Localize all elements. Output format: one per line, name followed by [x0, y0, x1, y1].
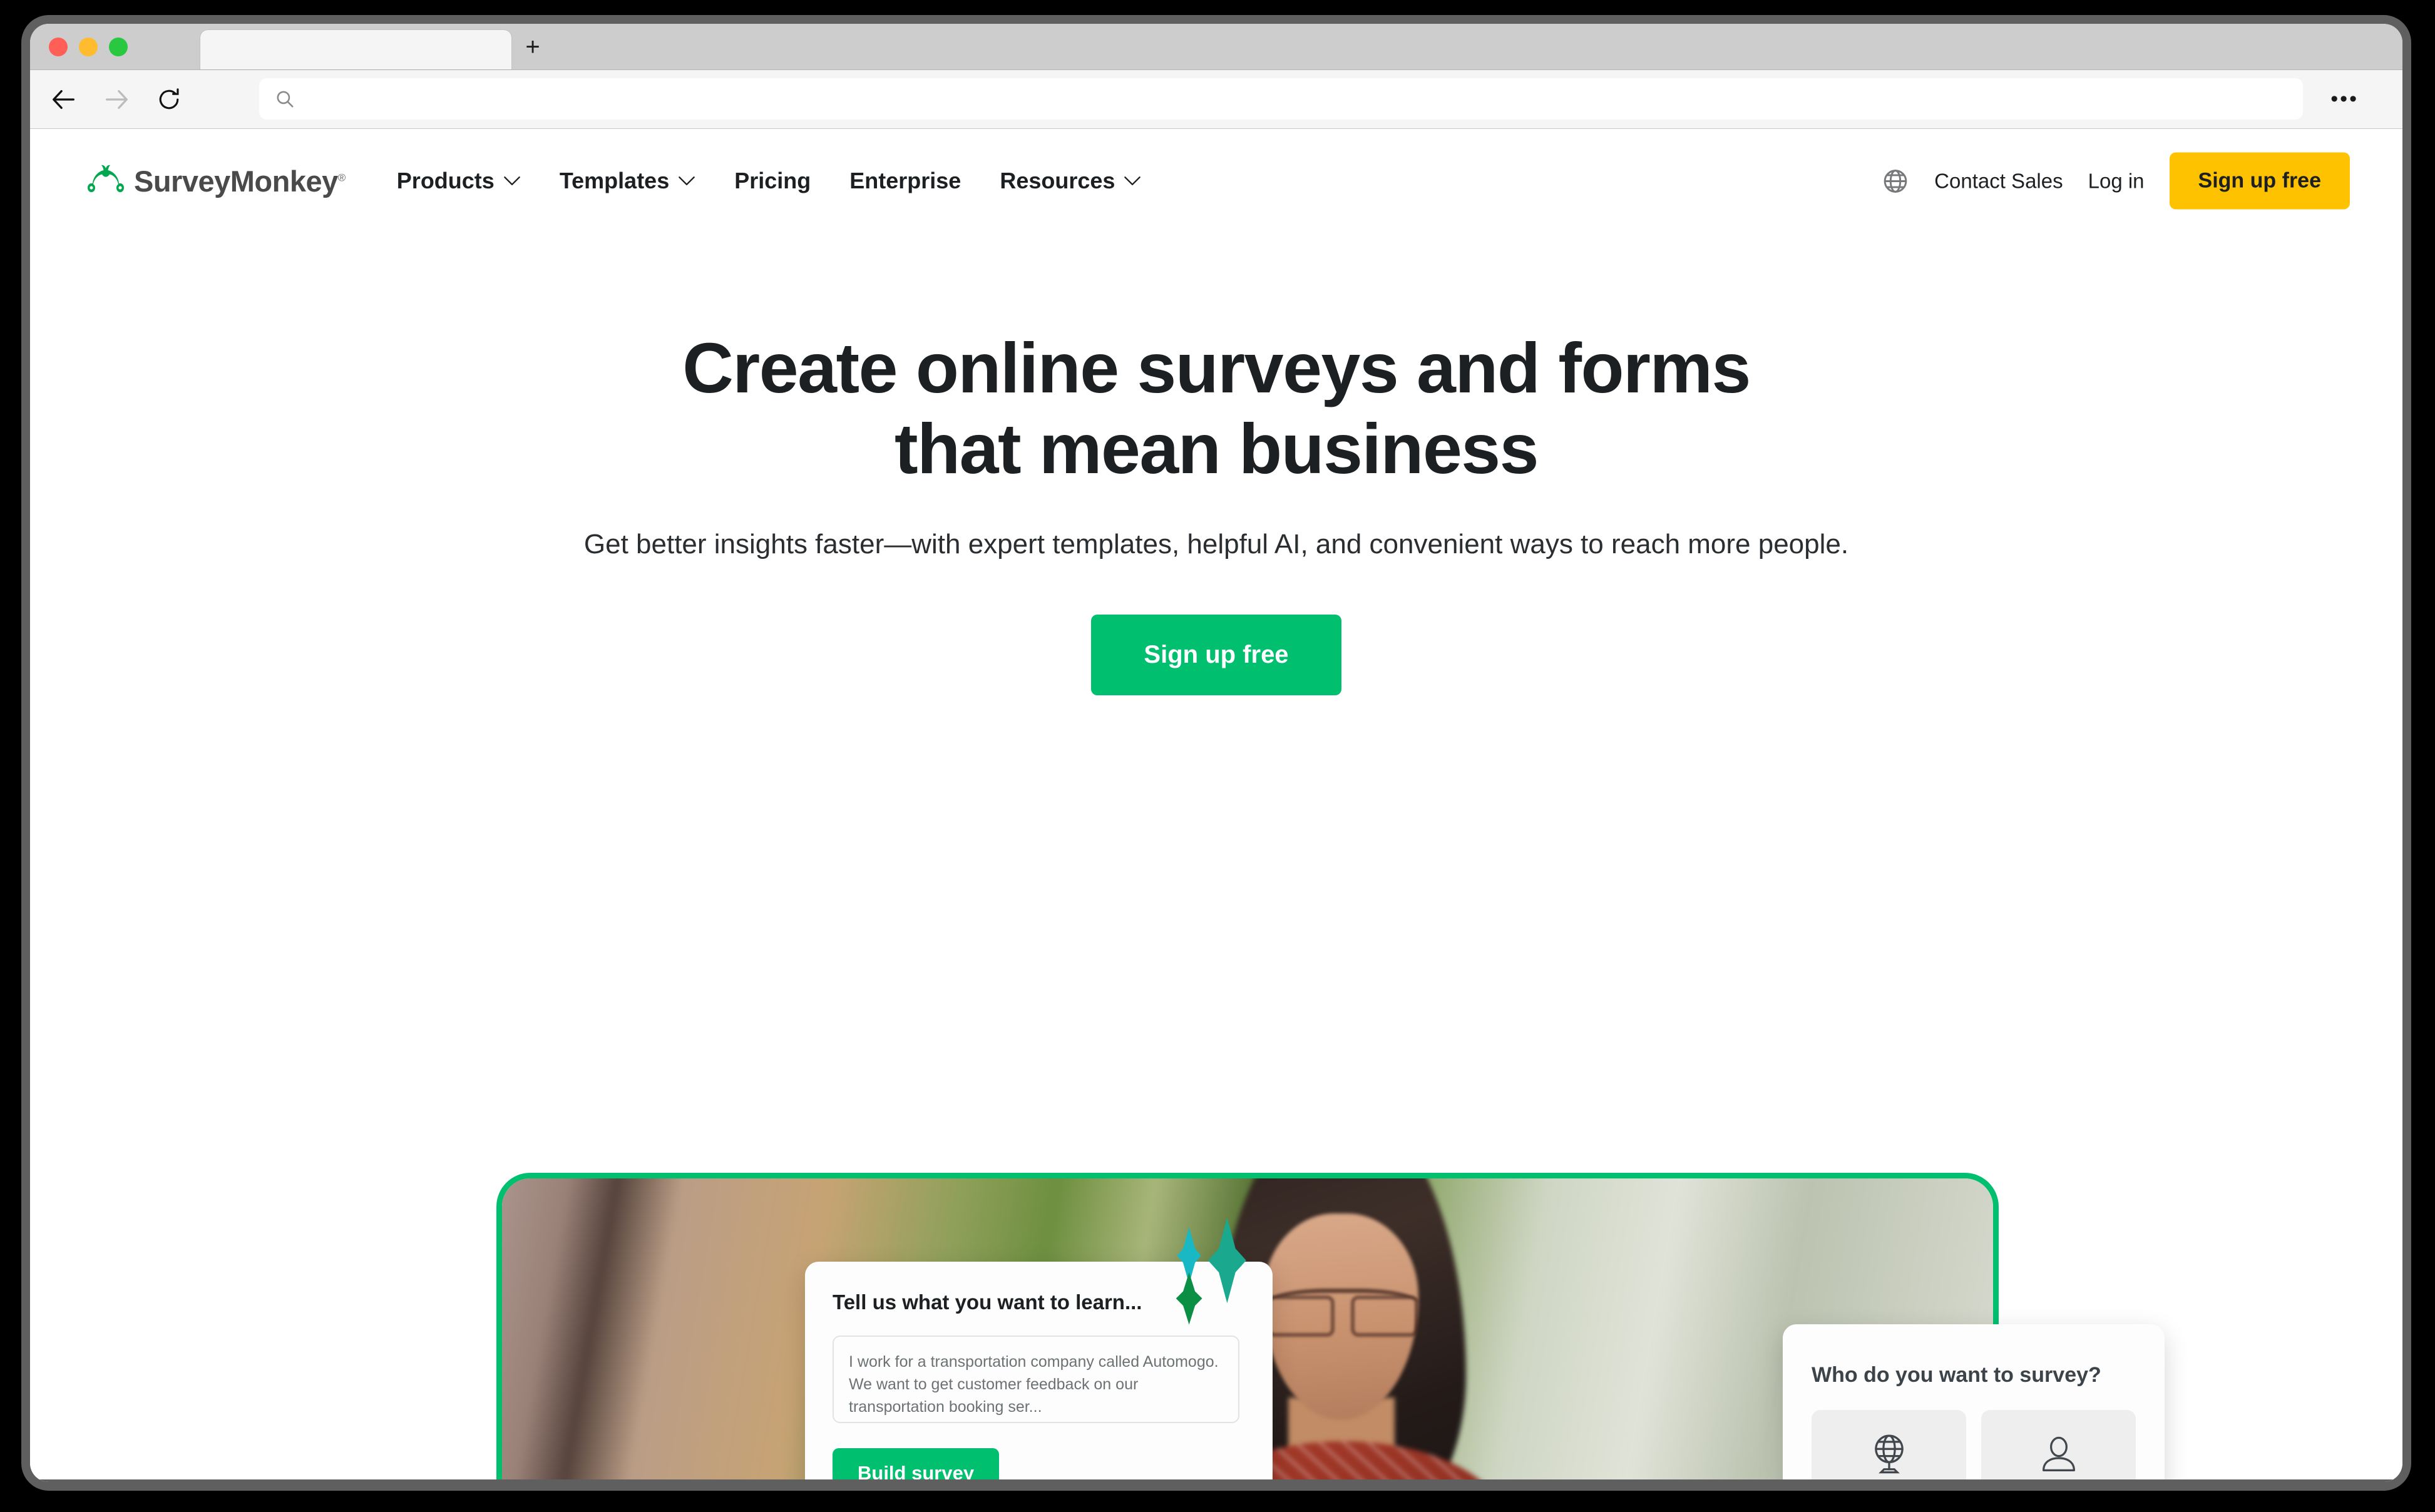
signup-free-hero-button[interactable]: Sign up free [1091, 614, 1341, 695]
browser-tab-strip: + [30, 24, 2402, 70]
chevron-down-icon [1124, 176, 1141, 185]
browser-window: + ••• SurveyMonkey® Products Templates P… [30, 24, 2402, 1482]
maximize-window-button[interactable] [109, 37, 128, 56]
audience-tile-gender[interactable]: Gender [1981, 1410, 2136, 1481]
monkey-logo-icon [88, 165, 124, 192]
headline-line-1: Create online surveys and forms [682, 329, 1751, 407]
audience-tile-grid: Country Gender [1812, 1410, 2136, 1481]
nav-label-templates: Templates [559, 168, 670, 193]
log-in-link[interactable]: Log in [2088, 169, 2145, 193]
back-arrow-icon [53, 89, 74, 109]
window-bottom-edge [30, 1479, 2402, 1482]
nav-item-resources[interactable]: Resources [1000, 168, 1141, 194]
desktop-background: + ••• SurveyMonkey® Products Templates P… [0, 0, 2435, 1512]
ai-sparkle-icon [1176, 1217, 1246, 1325]
nav-label-pricing: Pricing [734, 168, 811, 193]
forward-arrow-icon [106, 89, 128, 109]
nav-label-resources: Resources [1000, 168, 1115, 193]
forward-button[interactable] [98, 81, 135, 118]
nav-item-templates[interactable]: Templates [560, 168, 695, 194]
nav-item-products[interactable]: Products [397, 168, 521, 194]
person-icon [2042, 1436, 2075, 1471]
search-icon [277, 91, 294, 108]
audience-card: Who do you want to survey? Country [1783, 1324, 2165, 1481]
chevron-down-icon [679, 176, 695, 185]
nav-item-pricing[interactable]: Pricing [734, 168, 811, 194]
overflow-menu-icon[interactable]: ••• [2330, 88, 2359, 109]
reload-icon [159, 88, 179, 109]
contact-sales-link[interactable]: Contact Sales [1934, 169, 2063, 193]
ai-prompt-card: Tell us what you want to learn... I work… [805, 1217, 1273, 1481]
new-tab-button[interactable]: + [518, 33, 547, 61]
nav-item-enterprise[interactable]: Enterprise [849, 168, 961, 194]
browser-tab[interactable] [200, 30, 511, 69]
person-glasses [1264, 1289, 1421, 1337]
build-survey-button[interactable]: Build survey [833, 1448, 1000, 1481]
headline-line-2: that mean business [895, 409, 1539, 488]
page-viewport: SurveyMonkey® Products Templates Pricing [30, 129, 2402, 1481]
back-button[interactable] [45, 81, 83, 118]
audience-tile-country[interactable]: Country [1812, 1410, 1966, 1481]
reload-button[interactable] [150, 81, 188, 118]
minimize-window-button[interactable] [79, 37, 98, 56]
window-traffic-lights [49, 37, 128, 56]
page-title: Create online surveys and forms that mea… [465, 328, 1967, 489]
url-bar[interactable] [259, 78, 2303, 120]
globe-stand-icon [1874, 1434, 1904, 1473]
chevron-down-icon [503, 176, 520, 185]
ai-prompt-input[interactable]: I work for a transportation company call… [833, 1336, 1239, 1423]
browser-toolbar: ••• [30, 70, 2402, 129]
hero-section: Create online surveys and forms that mea… [30, 233, 2402, 695]
hero-subheadline: Get better insights faster—with expert t… [583, 528, 1849, 559]
close-window-button[interactable] [49, 37, 68, 56]
site-header: SurveyMonkey® Products Templates Pricing [30, 129, 2402, 233]
main-navigation: Products Templates Pricing Enterprise Re… [397, 168, 1142, 194]
signup-free-header-button[interactable]: Sign up free [2169, 152, 2350, 210]
nav-label-enterprise: Enterprise [849, 168, 961, 193]
audience-card-title: Who do you want to survey? [1812, 1363, 2101, 1387]
globe-icon[interactable] [1882, 167, 1909, 195]
brand-name: SurveyMonkey [134, 164, 338, 198]
brand-trademark: ® [337, 171, 346, 183]
nav-label-products: Products [396, 168, 495, 193]
header-actions: Contact Sales Log in Sign up free [1882, 152, 2350, 210]
surveymonkey-logo[interactable]: SurveyMonkey® [86, 164, 346, 198]
brand-wordmark: SurveyMonkey® [134, 164, 346, 198]
